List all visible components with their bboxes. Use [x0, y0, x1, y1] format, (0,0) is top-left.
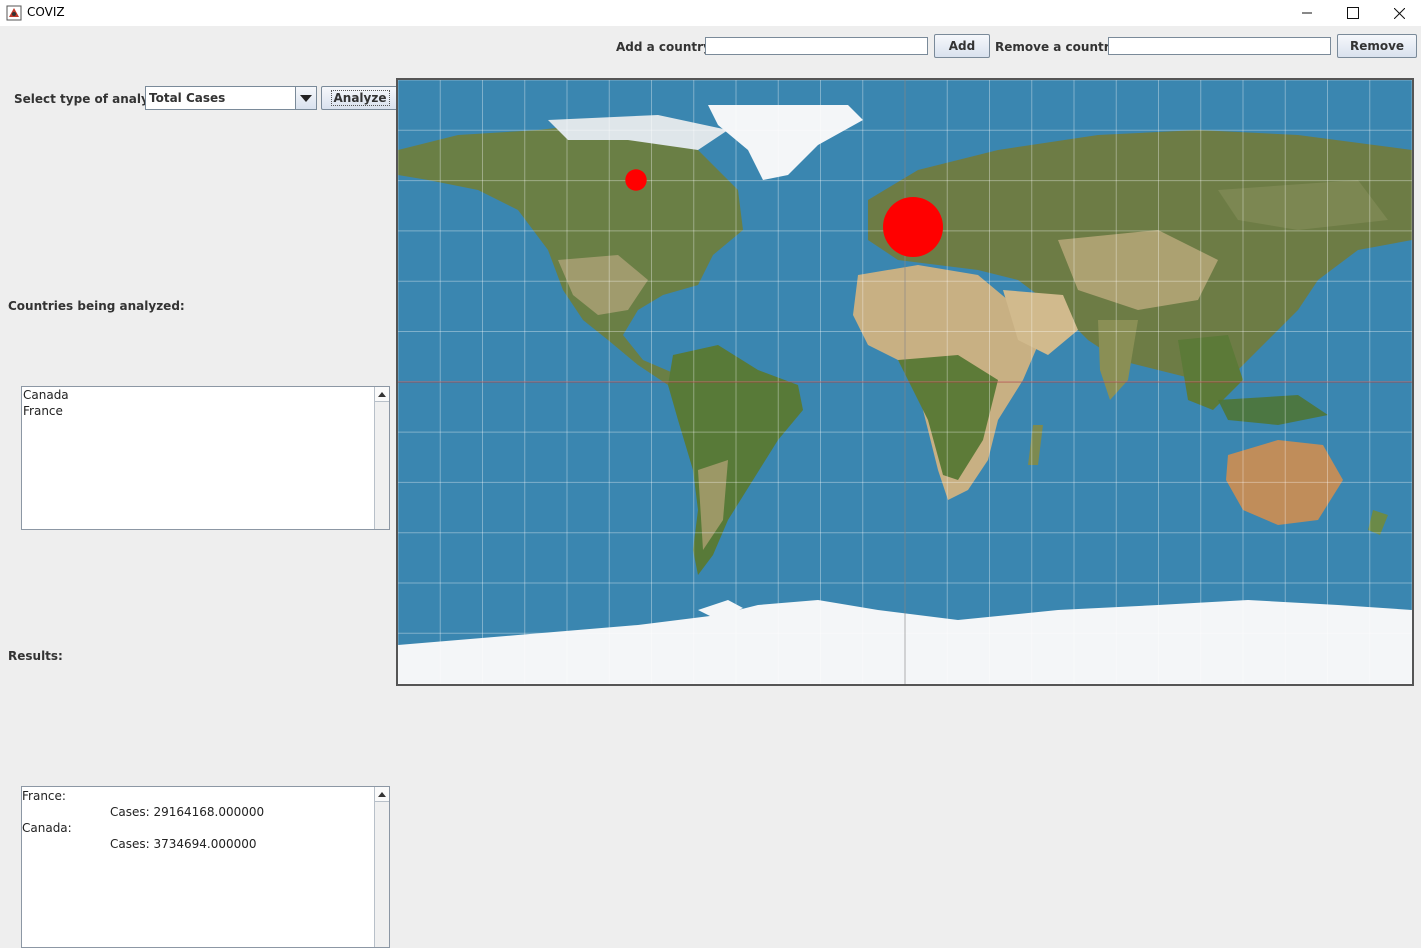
add-country-label: Add a country:: [616, 40, 716, 54]
analyze-button-label: Analyze: [330, 90, 390, 106]
countries-label: Countries being analyzed:: [8, 299, 185, 313]
results-label: Results:: [8, 649, 63, 663]
close-icon: [1393, 7, 1405, 19]
minimize-button[interactable]: [1284, 0, 1330, 26]
analyze-button[interactable]: Analyze: [321, 86, 399, 110]
title-bar: COVIZ: [0, 0, 1421, 26]
analysis-type-select[interactable]: Total Cases: [145, 86, 317, 110]
window-title: COVIZ: [27, 5, 65, 19]
maximize-icon: [1347, 7, 1359, 19]
world-map-image: [398, 80, 1412, 684]
countries-list[interactable]: Canada France: [21, 386, 390, 530]
countries-scrollbar[interactable]: [374, 387, 389, 529]
close-button[interactable]: [1376, 0, 1421, 26]
list-item[interactable]: France: [22, 403, 389, 419]
results-scrollbar[interactable]: [374, 787, 389, 947]
list-item[interactable]: Canada: [22, 387, 389, 403]
result-country: France:: [22, 789, 66, 803]
marker-france: [883, 197, 943, 257]
scroll-up-icon[interactable]: [375, 387, 389, 402]
marker-canada: [625, 169, 647, 191]
analysis-type-value: Total Cases: [149, 91, 226, 105]
result-detail: Cases: 29164168.000000: [110, 805, 265, 819]
results-textarea[interactable]: France: Cases: 29164168.000000 Canada: C…: [21, 786, 390, 948]
add-button[interactable]: Add: [934, 34, 990, 58]
remove-country-input[interactable]: [1108, 37, 1331, 55]
result-detail: Cases: 3734694.000000: [110, 837, 257, 851]
remove-button[interactable]: Remove: [1337, 34, 1417, 58]
maximize-button[interactable]: [1330, 0, 1376, 26]
remove-country-label: Remove a country:: [995, 40, 1123, 54]
scroll-up-icon[interactable]: [375, 787, 389, 802]
app-icon: [6, 5, 22, 21]
world-map: [396, 78, 1414, 686]
chevron-down-icon[interactable]: [295, 87, 316, 109]
add-country-input[interactable]: [705, 37, 928, 55]
result-country: Canada:: [22, 821, 72, 835]
